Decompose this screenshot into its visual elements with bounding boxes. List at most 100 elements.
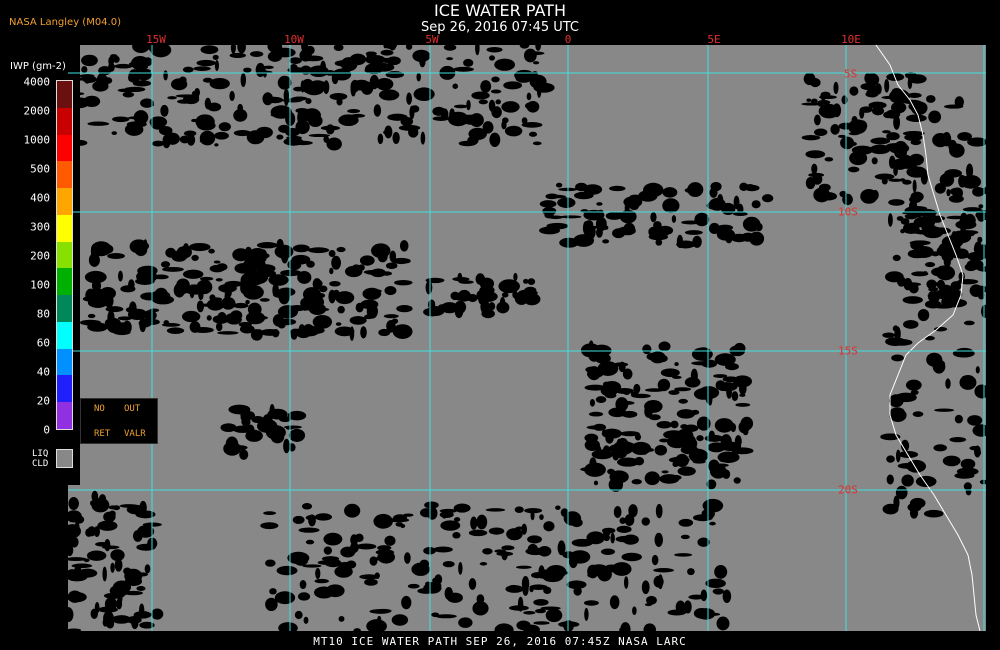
cloud-free-patch bbox=[884, 79, 890, 93]
cloud-free-patch bbox=[431, 612, 440, 618]
cloud-free-patch bbox=[276, 565, 298, 576]
cloud-free-patch bbox=[528, 131, 538, 137]
cloud-free-patch bbox=[260, 522, 279, 530]
cloud-free-patch bbox=[646, 352, 665, 361]
cloud-free-patch bbox=[949, 187, 963, 196]
cloud-free-patch bbox=[670, 474, 682, 481]
cloud-free-patch bbox=[419, 508, 433, 518]
cloud-free-patch bbox=[277, 305, 299, 319]
cloud-free-patch bbox=[132, 529, 143, 542]
cloud-free-patch bbox=[586, 425, 607, 430]
cloud-free-patch bbox=[523, 293, 541, 306]
cloud-free-patch bbox=[450, 291, 460, 301]
cloud-free-patch bbox=[654, 532, 664, 547]
cloud-free-patch bbox=[933, 444, 947, 452]
colorbar-segment bbox=[57, 268, 72, 296]
cloud-free-patch bbox=[182, 243, 190, 255]
cloud-free-patch bbox=[217, 331, 239, 335]
cloud-free-patch bbox=[270, 113, 289, 118]
cloud-free-patch bbox=[591, 449, 614, 460]
cloud-free-patch bbox=[667, 609, 687, 616]
colorbar-segment bbox=[57, 375, 72, 403]
cloud-free-patch bbox=[504, 125, 523, 137]
cloud-free-patch bbox=[675, 453, 689, 468]
cloud-free-patch bbox=[957, 279, 979, 285]
cloud-free-patch bbox=[694, 212, 710, 227]
cloud-free-patch bbox=[955, 220, 977, 230]
cloud-free-patch bbox=[401, 595, 412, 610]
cloud-free-patch bbox=[468, 529, 488, 537]
cloud-free-patch bbox=[229, 90, 235, 102]
cloud-free-patch bbox=[270, 431, 285, 444]
cloud-free-patch bbox=[218, 122, 231, 132]
cloud-free-patch bbox=[226, 314, 242, 325]
cloud-free-patch bbox=[349, 316, 367, 325]
cloud-free-patch bbox=[299, 49, 312, 62]
cloud-free-patch bbox=[725, 362, 739, 371]
cloud-free-patch bbox=[199, 138, 212, 144]
cloud-free-patch bbox=[607, 468, 615, 475]
cloud-free-patch bbox=[340, 57, 358, 72]
cloud-free-patch bbox=[531, 572, 544, 579]
cloud-free-patch bbox=[128, 279, 135, 290]
cloud-free-patch bbox=[400, 116, 414, 127]
map-title: ICE WATER PATH bbox=[434, 1, 566, 20]
cloud-free-patch bbox=[347, 109, 361, 114]
cloud-free-patch bbox=[962, 207, 982, 212]
iwp-colorbar bbox=[56, 80, 73, 430]
cloud-free-patch bbox=[104, 597, 118, 612]
cloud-free-patch bbox=[663, 430, 685, 440]
cloud-free-patch bbox=[555, 182, 563, 188]
out-label: OUT bbox=[124, 404, 141, 414]
cloud-free-patch bbox=[97, 520, 118, 531]
cloud-free-patch bbox=[215, 278, 223, 282]
cloud-free-patch bbox=[476, 289, 494, 300]
cloud-free-patch bbox=[717, 225, 731, 234]
cloud-free-patch bbox=[319, 285, 328, 293]
cloud-free-patch bbox=[915, 475, 937, 488]
cloud-free-patch bbox=[696, 608, 716, 620]
cloud-free-patch bbox=[744, 184, 760, 192]
cloud-free-patch bbox=[83, 74, 91, 84]
cloud-free-patch bbox=[163, 320, 170, 326]
cloud-free-patch bbox=[892, 325, 899, 332]
cloud-free-patch bbox=[478, 99, 488, 105]
cloud-free-patch bbox=[287, 259, 302, 271]
cloud-free-patch bbox=[290, 330, 298, 340]
cloud-free-patch bbox=[848, 166, 860, 173]
cloud-free-patch bbox=[289, 63, 298, 73]
cloud-free-patch bbox=[715, 380, 726, 390]
cloud-free-patch bbox=[136, 586, 146, 592]
cloud-free-patch bbox=[331, 255, 342, 270]
cloud-free-patch bbox=[596, 202, 603, 206]
cloud-free-patch bbox=[714, 418, 734, 433]
cloud-free-patch bbox=[160, 261, 171, 268]
cloud-free-patch bbox=[909, 240, 931, 246]
cloud-free-patch bbox=[888, 142, 910, 154]
colorbar-tick-label: 2000 bbox=[23, 104, 51, 118]
cloud-free-patch bbox=[978, 204, 984, 209]
cloud-free-patch bbox=[291, 96, 308, 101]
cloud-free-patch bbox=[732, 375, 753, 388]
cloud-free-patch bbox=[678, 398, 688, 404]
cloud-free-patch bbox=[814, 114, 821, 126]
cloud-free-patch bbox=[521, 117, 528, 125]
cloud-free-patch bbox=[263, 511, 277, 516]
cloud-free-patch bbox=[623, 576, 629, 589]
cloud-free-patch bbox=[69, 536, 79, 548]
cloud-free-patch bbox=[355, 302, 364, 313]
cloud-free-patch bbox=[214, 131, 229, 140]
cloud-free-patch bbox=[886, 455, 895, 463]
cloud-free-patch bbox=[513, 272, 518, 282]
cloud-free-patch bbox=[938, 284, 953, 299]
cloud-free-patch bbox=[149, 308, 160, 313]
cloud-free-patch bbox=[189, 242, 211, 252]
cloud-free-patch bbox=[463, 58, 474, 67]
colorbar-tick-label: 500 bbox=[30, 162, 50, 176]
cloud-free-patch bbox=[312, 314, 333, 329]
cloud-free-patch bbox=[738, 421, 750, 434]
cloud-free-patch bbox=[101, 499, 106, 512]
cloud-free-patch bbox=[969, 445, 981, 451]
cloud-free-patch bbox=[709, 521, 716, 526]
cloud-free-patch bbox=[708, 430, 715, 439]
